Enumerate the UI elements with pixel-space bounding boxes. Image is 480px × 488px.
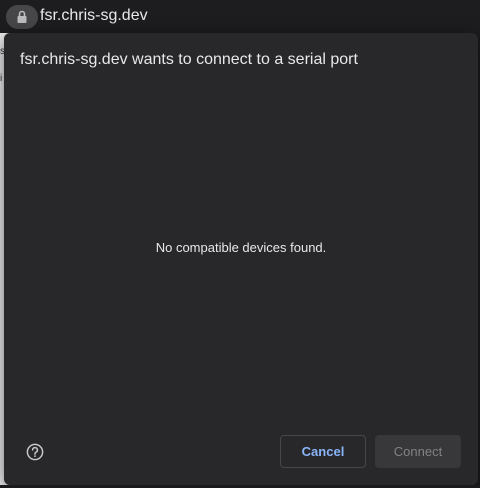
help-button[interactable]: [26, 443, 44, 461]
connect-button[interactable]: Connect: [375, 435, 461, 468]
no-devices-message: No compatible devices found.: [155, 240, 327, 255]
url-text[interactable]: fsr.chris-sg.dev: [40, 6, 148, 26]
screen: fsr.chris-sg.dev s i fsr.chris-sg.dev wa…: [0, 0, 480, 488]
cancel-button[interactable]: Cancel: [280, 435, 366, 468]
lock-icon: [17, 10, 27, 23]
help-circle-icon: [26, 443, 44, 461]
site-info-button[interactable]: [6, 5, 38, 29]
url-bar: fsr.chris-sg.dev: [0, 0, 480, 33]
background-glyph: i: [0, 73, 3, 84]
serial-port-dialog: fsr.chris-sg.dev wants to connect to a s…: [4, 33, 478, 485]
dialog-title: fsr.chris-sg.dev wants to connect to a s…: [20, 51, 358, 68]
